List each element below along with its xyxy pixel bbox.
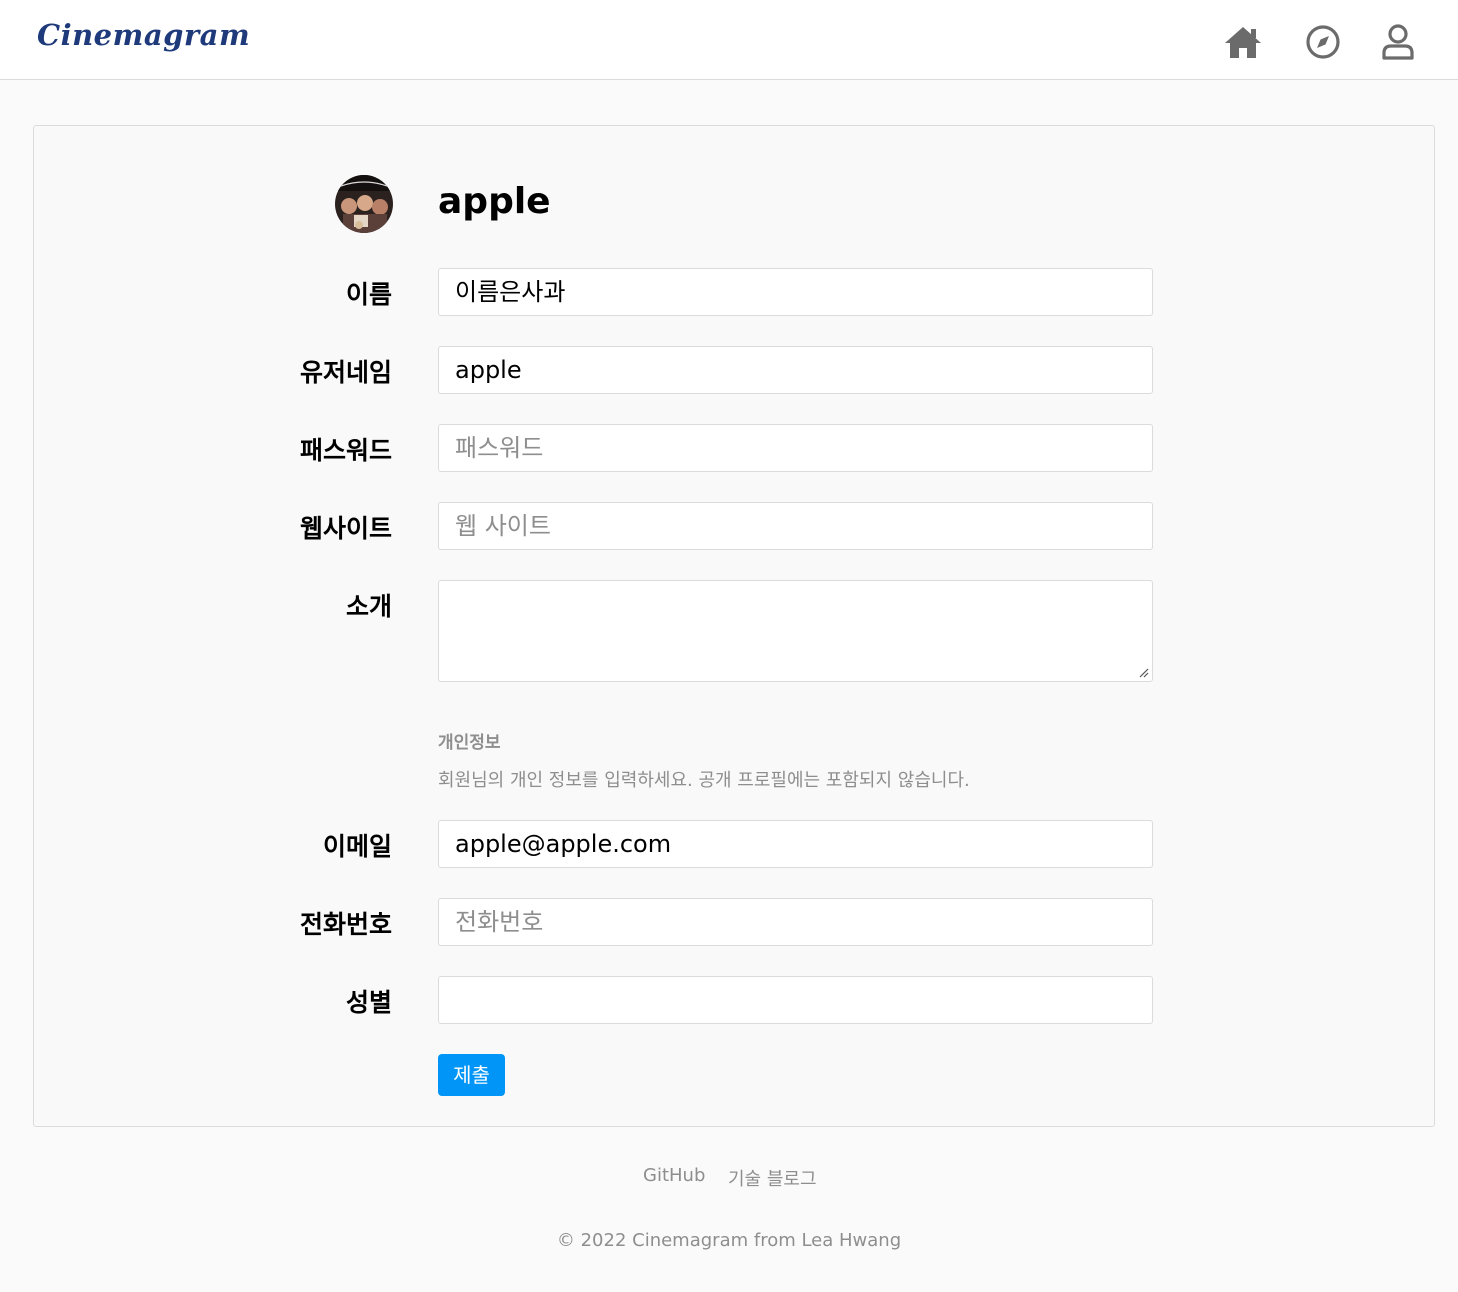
submit-button[interactable]: 제출	[438, 1054, 505, 1096]
website-label: 웹사이트	[299, 514, 392, 543]
home-icon[interactable]	[1223, 22, 1263, 62]
name-label: 이름	[345, 280, 392, 309]
user-icon[interactable]	[1378, 22, 1418, 62]
copyright: © 2022 Cinemagram from Lea Hwang	[556, 1230, 902, 1251]
footer-link-tech-blog[interactable]: 기술 블로그	[728, 1165, 817, 1191]
logo[interactable]: Cinemagram	[37, 18, 250, 52]
footer-link-github[interactable]: GitHub	[643, 1165, 705, 1186]
top-nav-bar: Cinemagram	[0, 0, 1458, 80]
name-field[interactable]: 이름은사과	[438, 268, 1153, 316]
phone-field[interactable]: 전화번호	[438, 898, 1153, 946]
username-field[interactable]: apple	[438, 346, 1153, 394]
website-field[interactable]: 웹 사이트	[438, 502, 1153, 550]
avatar[interactable]	[335, 175, 393, 233]
email-field[interactable]: apple@apple.com	[438, 820, 1153, 868]
bio-textarea[interactable]	[438, 580, 1153, 682]
private-info-description: 회원님의 개인 정보를 입력하세요. 공개 프로필에는 포함되지 않습니다.	[438, 770, 970, 791]
gender-label: 성별	[345, 988, 392, 1017]
profile-username: apple	[438, 181, 551, 222]
gender-field[interactable]	[438, 976, 1153, 1024]
password-label: 패스워드	[299, 436, 392, 465]
password-field[interactable]: 패스워드	[438, 424, 1153, 472]
username-label: 유저네임	[299, 358, 392, 387]
email-label: 이메일	[322, 832, 392, 861]
private-info-title: 개인정보	[438, 733, 501, 753]
phone-label: 전화번호	[299, 910, 392, 939]
bio-label: 소개	[345, 592, 392, 621]
resize-grip-icon[interactable]	[1137, 666, 1149, 678]
compass-icon[interactable]	[1303, 22, 1343, 62]
